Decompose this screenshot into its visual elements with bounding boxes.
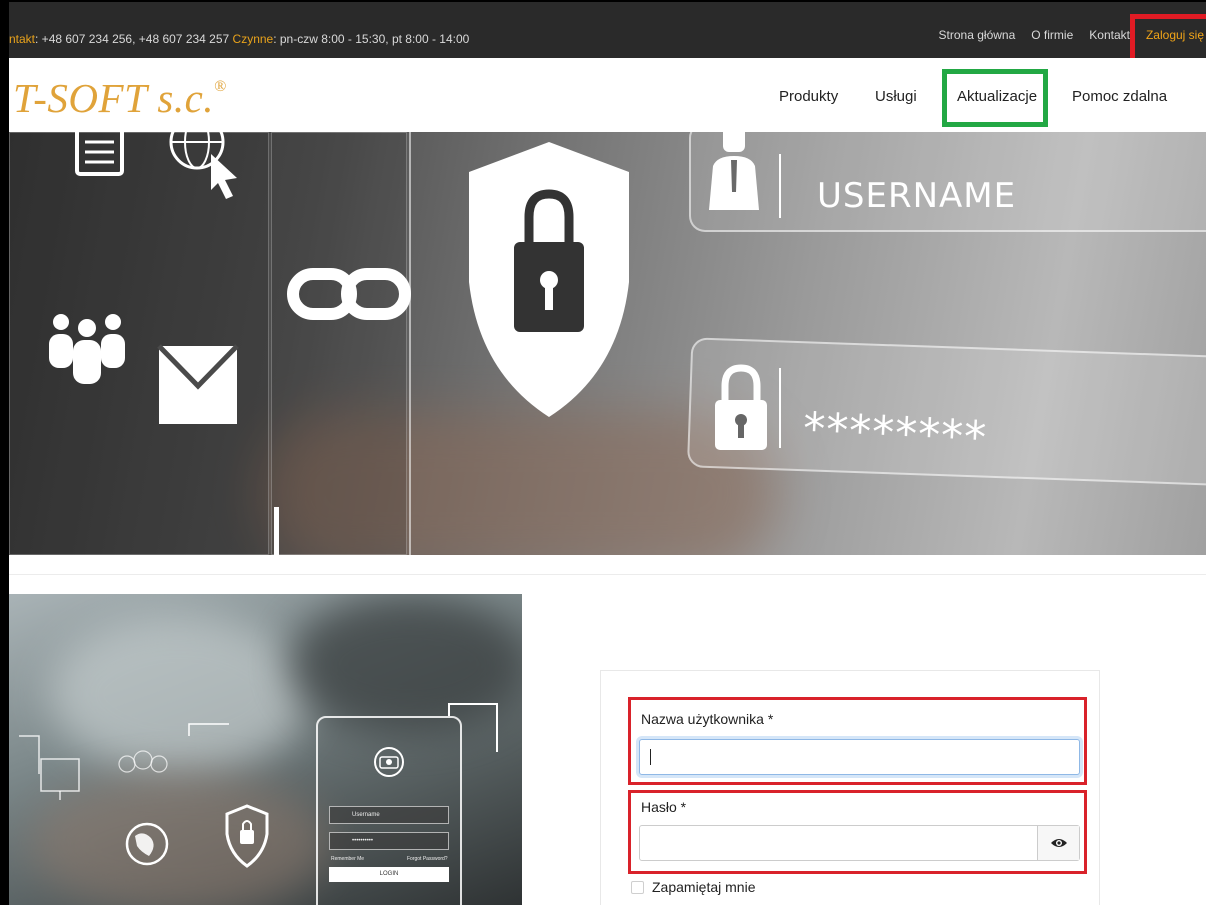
site-header: T-SOFT s.c.® Produkty Usługi Aktualizacj… (9, 58, 1206, 132)
illustration-password-bar: •••••••••• (329, 832, 449, 850)
hero-light-streak (274, 507, 279, 555)
logo-text: T-SOFT s.c. (13, 75, 215, 121)
hours-label: Czynne (232, 32, 274, 46)
contact-phones: : +48 607 234 256, +48 607 234 257 (35, 32, 233, 46)
document-icon (75, 132, 124, 176)
chain-icon (287, 268, 411, 320)
hero-glass-panel-2 (271, 132, 407, 555)
password-label: Hasło * (641, 799, 687, 815)
link-about[interactable]: O firmie (1031, 28, 1073, 42)
mail-icon (157, 344, 239, 424)
hero-glass-line (409, 132, 411, 555)
page: ntakt: +48 607 234 256, +48 607 234 257 … (0, 0, 1206, 905)
hero-banner: USERNAME ******** (9, 132, 1206, 555)
contact-label: ntakt (9, 32, 36, 46)
section-divider (9, 574, 1206, 575)
globe-cursor-icon (169, 132, 237, 199)
contact-info: ntakt: +48 607 234 256, +48 607 234 257 … (9, 32, 469, 46)
show-password-button[interactable] (1037, 826, 1079, 860)
updates-highlight-box (942, 69, 1048, 127)
nav-products[interactable]: Produkty (779, 88, 838, 105)
hero-password-divider (779, 368, 781, 448)
hero-password-text: ******** (801, 403, 989, 464)
login-illustration: Username •••••••••• Remember Me Forgot P… (9, 594, 522, 905)
registered-mark: ® (214, 78, 227, 95)
illustration-remember: Remember Me (331, 856, 365, 862)
eye-icon (1050, 839, 1067, 847)
illustration-forgot: Forgot Password? (407, 856, 448, 862)
hero-username-text: USERNAME (817, 176, 1017, 216)
password-input[interactable] (639, 825, 1080, 861)
remember-me-checkbox[interactable] (631, 880, 644, 894)
username-input[interactable] (639, 739, 1080, 775)
nav-services[interactable]: Usługi (875, 88, 917, 105)
text-caret (650, 749, 651, 765)
illustration-login-button: LOGIN (329, 867, 449, 882)
link-home[interactable]: Strona główna (939, 28, 1016, 42)
top-bar: ntakt: +48 607 234 256, +48 607 234 257 … (9, 2, 1206, 58)
people-icon (49, 314, 125, 384)
link-contact[interactable]: Kontakt (1089, 28, 1130, 42)
username-label: Nazwa użytkownika * (641, 711, 774, 727)
site-logo[interactable]: T-SOFT s.c.® (13, 74, 227, 122)
illustration-username-bar: Username (329, 806, 449, 824)
remember-me[interactable]: Zapamiętaj mnie (631, 879, 756, 895)
hours-value: : pn-czw 8:00 - 15:30, pt 8:00 - 14:00 (273, 32, 470, 46)
hero-username-divider (779, 154, 781, 218)
shield-lock-icon (469, 142, 629, 417)
remember-me-label: Zapamiętaj mnie (652, 879, 756, 895)
nav-remote-help[interactable]: Pomoc zdalna (1072, 88, 1167, 105)
padlock-icon (715, 364, 767, 450)
